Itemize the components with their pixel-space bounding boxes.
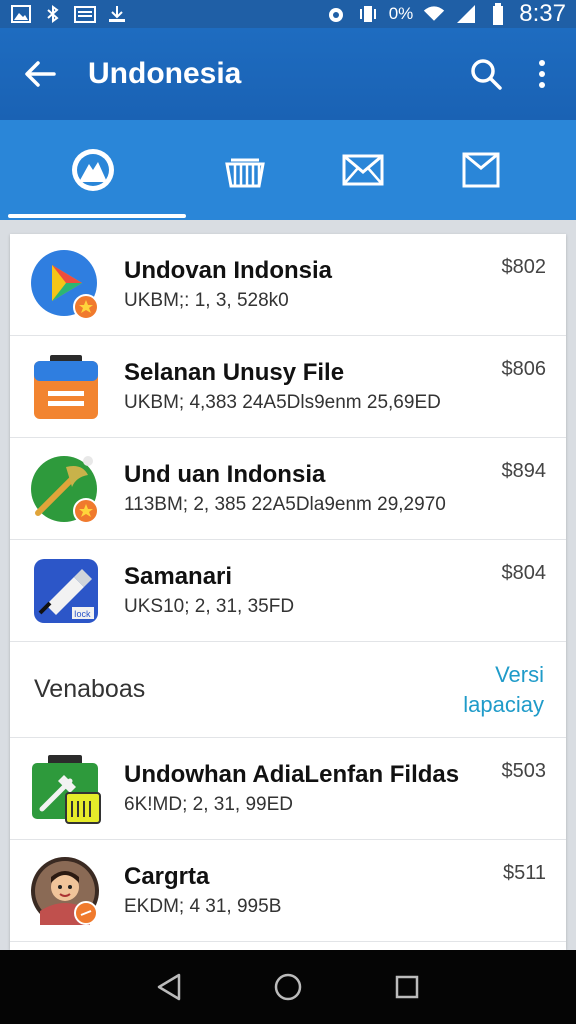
overflow-menu-button[interactable] — [514, 46, 570, 102]
avatar-icon — [30, 855, 102, 927]
battery-icon — [487, 3, 509, 25]
page-title: Undonesia — [88, 57, 242, 90]
play-store-icon — [30, 249, 102, 321]
item-price: $503 — [501, 760, 547, 782]
tab-home[interactable] — [0, 120, 186, 220]
briefcase-icon — [30, 351, 102, 423]
item-subtitle: UKBM;: 1, 3, 528k0 — [124, 289, 289, 311]
item-subtitle: UKBM; 4,383 24A5Dls9enm 25,69ED — [124, 391, 441, 413]
nav-back-button[interactable] — [139, 957, 199, 1017]
item-title: Undowhan AdiaLenfan Fildas — [124, 760, 460, 788]
search-icon — [471, 59, 502, 90]
tab-store[interactable] — [186, 120, 304, 220]
clock: 8:37 — [519, 0, 566, 27]
nav-recents-button[interactable] — [377, 957, 437, 1017]
item-price: $511 — [502, 862, 546, 884]
section-header: Venaboas Versi lapaciay — [10, 642, 566, 738]
toolbox-icon — [30, 753, 102, 825]
envelope-icon — [462, 152, 500, 188]
search-button[interactable] — [458, 46, 514, 102]
tool-icon — [30, 453, 102, 525]
item-title: Selanan Unusy File — [124, 358, 345, 386]
item-title: Undovan Indonsia — [124, 256, 333, 284]
tab-mail[interactable] — [304, 120, 422, 220]
section-link[interactable]: Versi lapaciay — [463, 660, 544, 720]
square-recents-icon — [395, 975, 418, 999]
list-item[interactable]: Selanan Unusy File UKBM; 4,383 24A5Dls9e… — [10, 336, 566, 438]
status-bar: 0% 8:37 — [0, 0, 576, 28]
section-title: Venaboas — [34, 675, 146, 703]
image-icon — [10, 5, 32, 23]
tab-inbox[interactable] — [422, 120, 540, 220]
mail-icon — [342, 154, 384, 186]
item-price: $806 — [501, 358, 547, 380]
svg-text:Iock: Iock — [74, 609, 91, 619]
vibrate-icon — [357, 5, 379, 23]
back-button[interactable] — [10, 44, 70, 104]
wifi-icon — [423, 5, 445, 23]
circle-home-icon — [274, 973, 302, 1001]
section-link-line1: Versi — [495, 661, 544, 687]
list-item[interactable]: Undovan Indonsia UKBM;: 1, 3, 528k0 $802 — [10, 234, 566, 336]
item-subtitle: 113BM; 2, 385 22A5Dla9enm 29,2970 — [124, 493, 446, 515]
alarm-icon — [325, 5, 347, 23]
section-link-line2: lapaciay — [463, 691, 544, 717]
list-item[interactable]: Iock Samanari UKS10; 2, 31, 35FD $804 — [10, 540, 566, 642]
list-item[interactable]: Und uan Indonsia 113BM; 2, 385 22A5Dla9e… — [10, 438, 566, 540]
item-price: $802 — [501, 256, 547, 278]
calendar-icon — [74, 5, 96, 23]
signal-icon — [455, 5, 477, 23]
battery-text: 0% — [388, 4, 414, 23]
app-list: Undovan Indonsia UKBM;: 1, 3, 528k0 $802… — [10, 234, 566, 950]
tab-indicator — [8, 214, 186, 218]
item-price: $804 — [501, 562, 547, 584]
download-icon — [106, 5, 128, 23]
item-subtitle: 6K!MD; 2, 31, 99ED — [124, 793, 293, 815]
bluetooth-icon — [42, 5, 64, 23]
list-item[interactable]: Undowhan AdiaLenfan Fildas 6K!MD; 2, 31,… — [10, 738, 566, 840]
basket-icon — [225, 158, 265, 188]
list-item[interactable]: Cargrta EKDM; 4 31, 995B $511 — [10, 840, 566, 942]
more-vert-icon — [539, 60, 545, 88]
system-nav-bar — [0, 950, 576, 1024]
item-subtitle: UKS10; 2, 31, 35FD — [124, 595, 295, 617]
item-title: Cargrta — [124, 862, 210, 890]
item-price: $894 — [501, 460, 547, 482]
arrow-back-icon — [25, 61, 56, 87]
usb-icon: Iock — [30, 555, 102, 627]
item-subtitle: EKDM; 4 31, 995B — [124, 895, 282, 917]
nav-home-button[interactable] — [258, 957, 318, 1017]
item-title: Und uan Indonsia — [124, 460, 326, 488]
mountain-badge-icon — [72, 149, 114, 191]
triangle-back-icon — [158, 973, 181, 1001]
app-bar: Undonesia — [0, 28, 576, 120]
item-title: Samanari — [124, 562, 233, 590]
tab-bar — [0, 120, 576, 220]
